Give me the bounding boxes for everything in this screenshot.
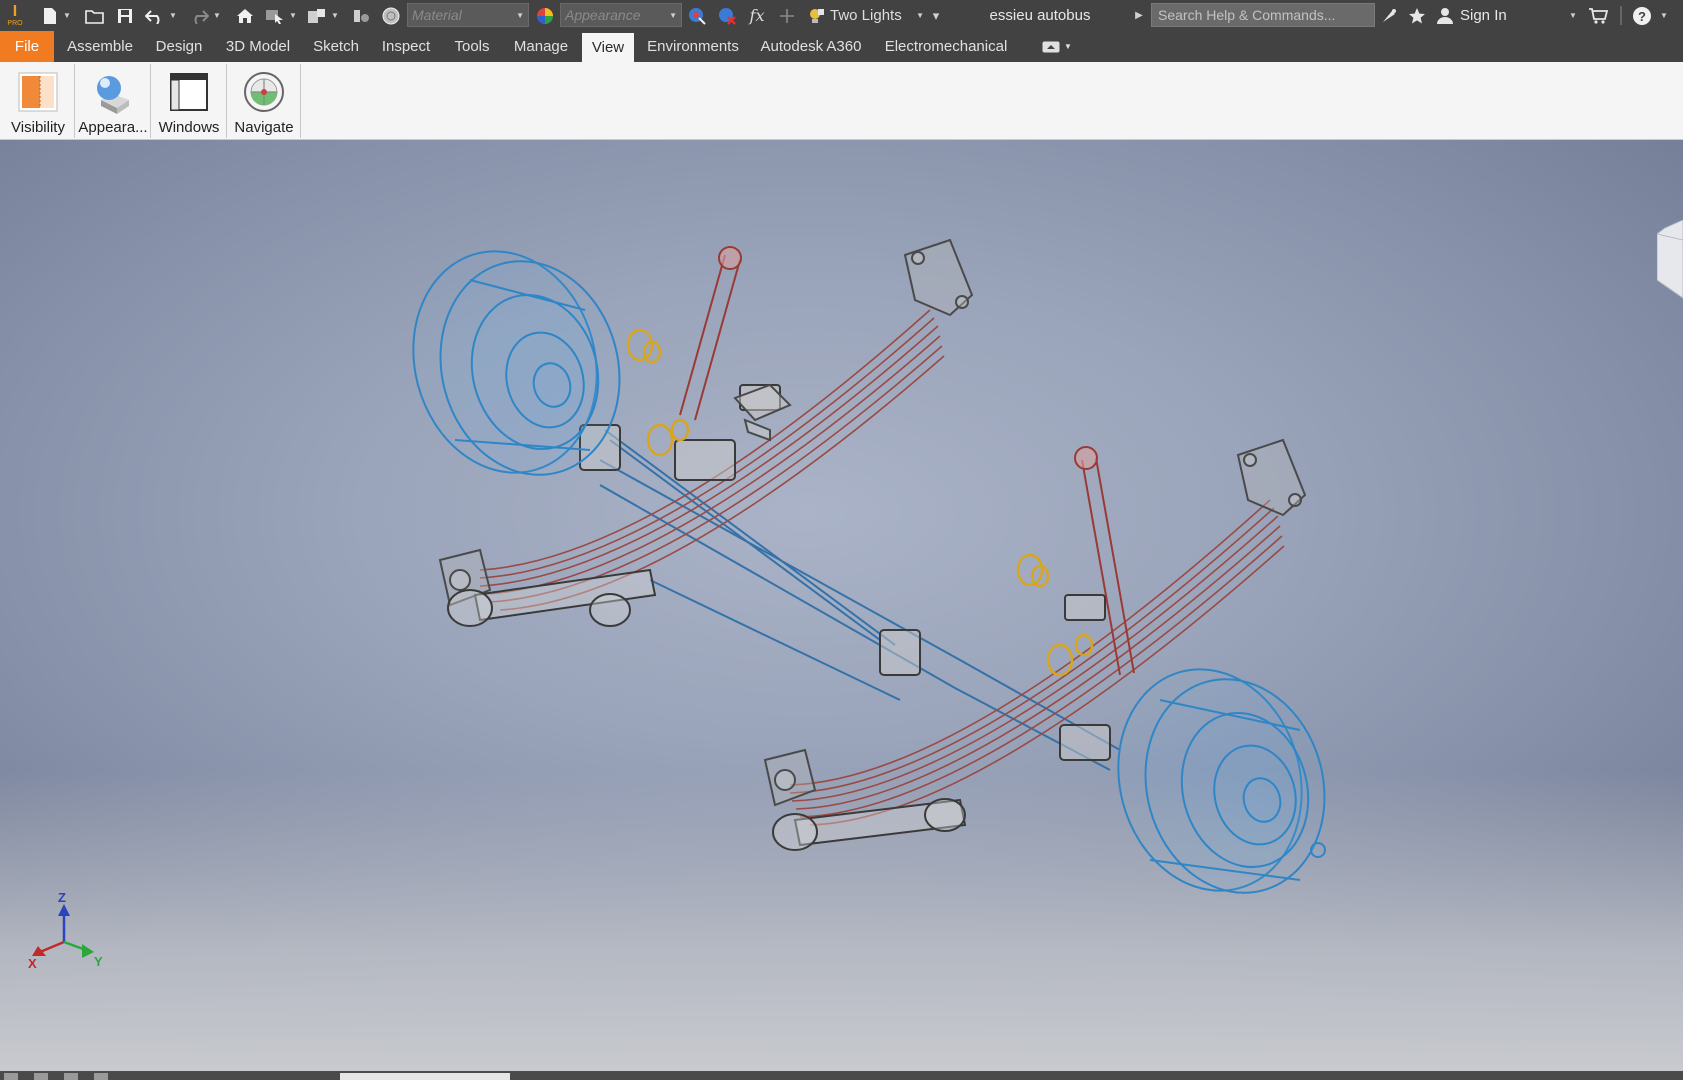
axle-assembly-model[interactable] (0, 140, 1683, 1071)
sign-in-dropdown-icon[interactable]: ▼ (1566, 0, 1580, 31)
tab-environments[interactable]: Environments (640, 31, 746, 62)
status-bar (0, 1071, 1683, 1080)
axis-triad: Z X Y (28, 890, 103, 971)
ribbon-tab-bar: File Assemble Design 3D Model Sketch Ins… (0, 31, 1683, 62)
undo-dropdown-icon[interactable]: ▼ (168, 0, 178, 31)
appearance-button[interactable]: Appeara... (76, 64, 151, 138)
navigate-icon (243, 68, 285, 116)
redo-icon[interactable] (188, 0, 210, 31)
quick-access-toolbar: I PRO ▼ ▼ ▼ ▼ ▼ Material▼ Appearance▼ (0, 0, 1683, 31)
windows-icon (169, 68, 209, 116)
add-icon[interactable] (776, 0, 798, 31)
appearance-label: Appeara... (78, 119, 148, 136)
windows-button[interactable]: Windows (152, 64, 227, 138)
tab-design[interactable]: Design (146, 31, 212, 62)
search-help-input[interactable]: Search Help & Commands... (1151, 3, 1375, 27)
undo-icon[interactable] (144, 0, 166, 31)
title-arrow-icon[interactable]: ▶ (1134, 0, 1144, 31)
viewcube-icon[interactable] (1657, 220, 1683, 300)
update-icon[interactable] (306, 0, 328, 31)
adjust-appearance-icon[interactable] (686, 0, 708, 31)
select-dropdown-icon[interactable]: ▼ (288, 0, 298, 31)
cart-icon[interactable] (1586, 0, 1610, 31)
document-tab[interactable] (340, 1073, 510, 1080)
save-icon[interactable] (114, 0, 136, 31)
chevron-down-icon: ▼ (669, 11, 677, 20)
windows-label: Windows (158, 119, 220, 136)
appearance-icon (91, 68, 135, 116)
chevron-down-icon: ▼ (516, 11, 524, 20)
tab-manage[interactable]: Manage (506, 31, 576, 62)
sign-in-button[interactable]: Sign In (1436, 0, 1566, 31)
x-axis-label: X (28, 956, 37, 971)
redo-dropdown-icon[interactable]: ▼ (212, 0, 222, 31)
axle-beam (599, 429, 1121, 771)
y-axis-label: Y (94, 954, 103, 969)
chevron-down-icon: ▼ (1064, 42, 1072, 51)
documents-icon[interactable] (34, 1073, 48, 1080)
material-dropdown[interactable]: Material ▼ (407, 3, 529, 27)
navigate-button[interactable]: Navigate (228, 64, 301, 138)
layout-icon[interactable] (64, 1073, 78, 1080)
tab-inspect[interactable]: Inspect (374, 31, 438, 62)
navigate-label: Navigate (234, 119, 294, 136)
tab-sketch[interactable]: Sketch (304, 31, 368, 62)
favorites-star-icon[interactable] (1406, 0, 1428, 31)
visibility-label: Visibility (11, 119, 65, 136)
graphics-viewport[interactable]: Z X Y (0, 140, 1683, 1071)
tab-3d-model[interactable]: 3D Model (218, 31, 298, 62)
new-dropdown-icon[interactable]: ▼ (62, 0, 72, 31)
visibility-button[interactable]: Visibility (2, 64, 75, 138)
tab-autodesk-a360[interactable]: Autodesk A360 (752, 31, 870, 62)
home-icon[interactable] (234, 0, 256, 31)
ribbon-display-toggle[interactable]: ▼ (1042, 38, 1078, 55)
tab-tools[interactable]: Tools (444, 31, 500, 62)
ribbon-panel: Visibility Appeara... Windows Navigate (0, 62, 1683, 140)
properties-icon[interactable] (350, 0, 372, 31)
panel-toggle-icon (1042, 41, 1060, 52)
appearance-color-wheel-icon[interactable] (534, 0, 556, 31)
visibility-icon (18, 68, 58, 116)
help-dropdown-icon[interactable]: ▼ (1658, 0, 1670, 31)
select-mode-icon[interactable] (264, 0, 286, 31)
parameters-icon[interactable]: fx (746, 0, 768, 31)
lighting-style-dropdown[interactable]: Two Lights ▼ (806, 0, 924, 31)
inventor-logo[interactable]: I PRO (4, 0, 26, 31)
open-folder-icon[interactable] (84, 0, 106, 31)
trailing-links (447, 568, 967, 851)
comm-center-icon[interactable] (1378, 0, 1400, 31)
new-file-icon[interactable] (40, 0, 60, 31)
tab-assemble[interactable]: Assemble (58, 31, 142, 62)
customize-toolbar-icon[interactable]: ▾ (928, 0, 944, 31)
update-dropdown-icon[interactable]: ▼ (330, 0, 340, 31)
appearance-dropdown[interactable]: Appearance ▼ (560, 3, 682, 27)
tab-view[interactable]: View (582, 33, 634, 62)
right-wheel-drum (1117, 668, 1326, 894)
clear-appearance-icon[interactable] (716, 0, 738, 31)
user-icon (1437, 7, 1453, 24)
z-axis-label: Z (58, 890, 66, 905)
svg-text:?: ? (1638, 9, 1646, 24)
material-sphere-icon[interactable] (380, 0, 402, 31)
axle-brackets (579, 384, 1111, 761)
home-tab-icon[interactable] (4, 1073, 18, 1080)
chevron-down-icon: ▼ (916, 11, 924, 20)
document-title: essieu autobus (989, 7, 1091, 24)
light-bulb-icon (810, 8, 824, 23)
tab-electromechanical[interactable]: Electromechanical (876, 31, 1016, 62)
tab-file[interactable]: File (0, 31, 54, 62)
grid-icon[interactable] (94, 1073, 108, 1080)
help-icon[interactable]: ? (1630, 0, 1654, 31)
toolbar-divider (1620, 6, 1622, 25)
